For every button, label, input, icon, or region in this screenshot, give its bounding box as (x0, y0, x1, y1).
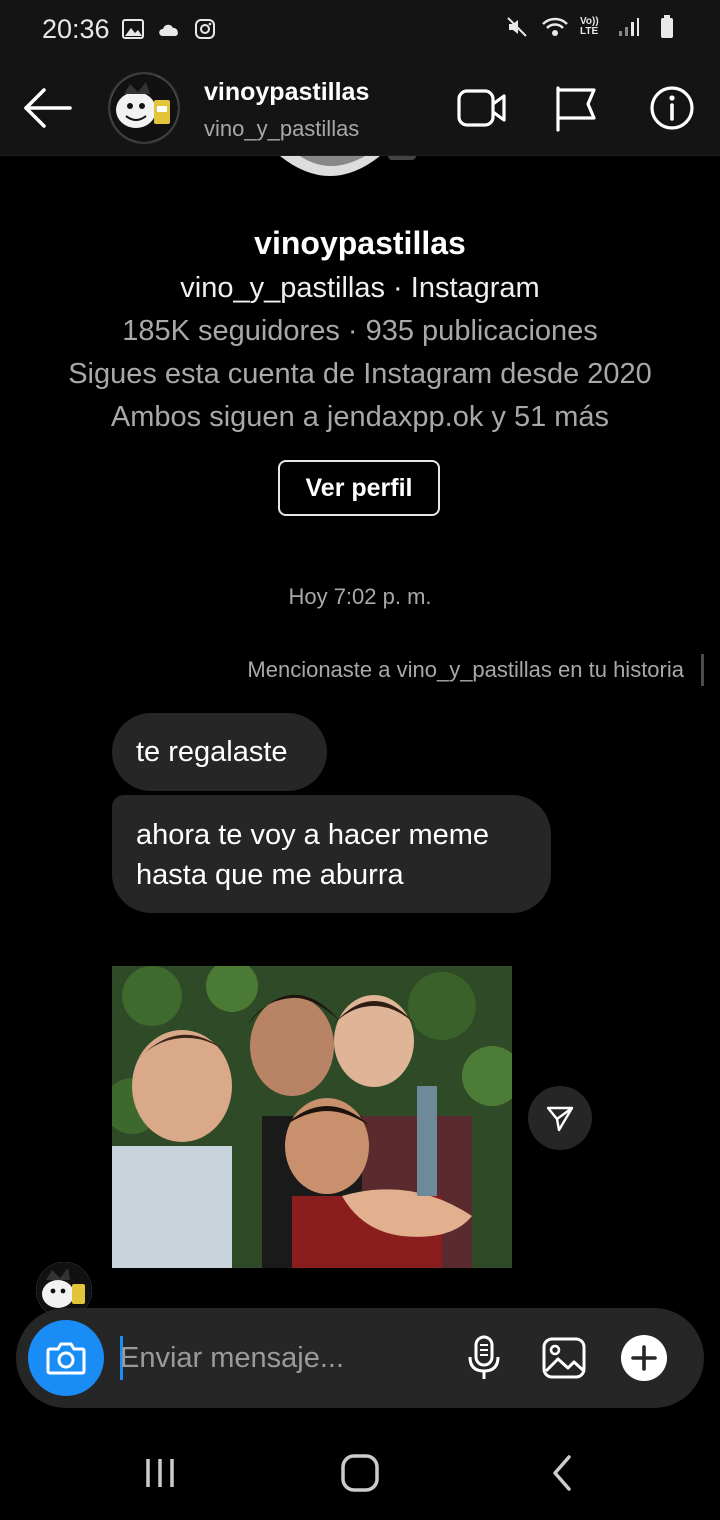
view-profile-button[interactable]: Ver perfil (278, 460, 440, 516)
home-icon (341, 1454, 379, 1492)
profile-name: vinoypastillas (254, 225, 466, 261)
status-notification-icons (120, 16, 218, 42)
recent-apps-icon (146, 1459, 174, 1487)
header-username[interactable]: vinoypastillas (204, 78, 369, 107)
flag-icon (556, 86, 596, 132)
group-selfie-image (112, 966, 512, 1268)
chat-header: vinoypastillas vino_y_pastillas (0, 60, 720, 156)
signal-icon (616, 14, 642, 40)
recent-apps-button[interactable] (130, 1448, 190, 1498)
profile-summary: vinoypastillas vino_y_pastillas · Instag… (0, 220, 720, 439)
mutual-followers: Ambos siguen a jendaxpp.ok y 51 más (110, 401, 610, 433)
story-mention-note[interactable]: Mencionaste a vino_y_pastillas en tu his… (247, 657, 684, 683)
shared-photo[interactable] (112, 966, 512, 1268)
following-since: Sigues esta cuenta de Instagram desde 20… (68, 358, 652, 390)
battery-icon (654, 14, 680, 40)
send-icon (546, 1106, 574, 1132)
system-navbar (0, 1424, 720, 1520)
cartoon-logo-icon (110, 74, 178, 142)
camera-button[interactable] (28, 1320, 104, 1396)
message-text: te regalaste (136, 736, 288, 768)
arrow-left-icon (24, 88, 72, 128)
system-back-button[interactable] (532, 1448, 592, 1498)
profile-handle-line: vino_y_pastillas · Instagram (180, 272, 540, 304)
back-button[interactable] (20, 82, 76, 134)
gallery-icon (542, 1337, 586, 1379)
microphone-icon (468, 1335, 500, 1379)
volte-icon: Vo)) LTE (580, 16, 599, 37)
cartoon-logo-icon (280, 156, 416, 176)
report-button[interactable] (552, 84, 604, 134)
more-options-button[interactable] (618, 1332, 670, 1384)
plus-icon (621, 1335, 667, 1381)
message-input[interactable] (120, 1336, 440, 1380)
profile-picture-partial (270, 156, 450, 192)
avatar[interactable] (108, 72, 180, 144)
gallery-icon (120, 16, 146, 42)
cloud-icon (156, 16, 182, 42)
status-system-icons: Vo)) LTE (504, 14, 680, 40)
video-call-icon (457, 89, 506, 127)
home-button[interactable] (330, 1448, 390, 1498)
status-time: 20:36 (42, 14, 110, 44)
info-button[interactable] (648, 84, 700, 134)
message-text: hasta que me aburra (136, 859, 404, 891)
mute-icon (504, 14, 530, 40)
video-call-button[interactable] (456, 84, 508, 134)
back-icon (553, 1455, 571, 1491)
status-bar: 20:36 Vo)) LTE (0, 0, 720, 60)
message-timestamp: Hoy 7:02 p. m. (288, 584, 432, 609)
gallery-button[interactable] (538, 1332, 590, 1384)
wifi-icon (542, 14, 568, 40)
header-handle: vino_y_pastillas (204, 116, 360, 141)
message-text: ahora te voy a hacer meme (136, 819, 490, 851)
share-button[interactable] (528, 1086, 592, 1150)
voice-message-button[interactable] (458, 1332, 510, 1384)
instagram-icon (192, 16, 218, 42)
message-bubble[interactable]: te regalaste (112, 713, 327, 791)
message-composer (16, 1308, 704, 1408)
camera-icon (46, 1342, 86, 1375)
info-icon (650, 86, 694, 130)
profile-stats: 185K seguidores · 935 publicaciones (122, 315, 598, 347)
mention-divider (701, 654, 704, 686)
message-bubble[interactable]: ahora te voy a hacer meme hasta que me a… (112, 795, 551, 913)
